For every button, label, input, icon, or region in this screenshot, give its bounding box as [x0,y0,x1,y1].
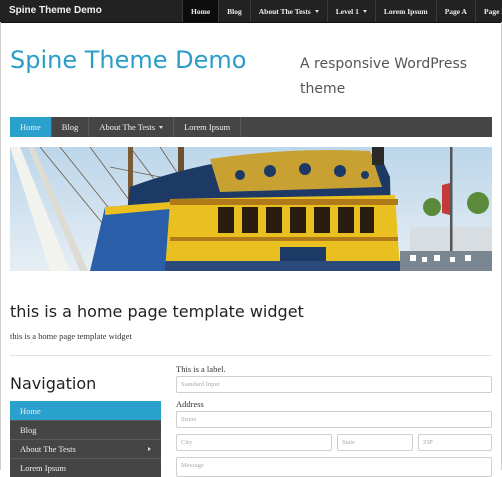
sidebar-item-home[interactable]: Home [10,401,161,420]
sidebar-item-label: Home [20,405,41,416]
top-nav-lorem-ipsum[interactable]: Lorem Ipsum [374,0,436,22]
standard-input[interactable]: Standard Input [176,376,492,393]
city-input[interactable]: City [176,434,332,451]
main-nav-label: Blog [61,122,79,132]
site-brand[interactable]: Spine Theme Demo [10,46,246,74]
top-nav-label: Home [191,6,211,16]
main-nav-blog[interactable]: Blog [52,117,90,137]
street-input[interactable]: Street [176,411,492,428]
top-nav-label: Page A [444,6,467,16]
main-nav-lorem-ipsum[interactable]: Lorem Ipsum [174,117,242,137]
sidebar-item-label: Blog [20,425,37,435]
top-nav: Home Blog About The Tests Level 1 Lorem … [182,0,502,22]
sidebar-item-blog[interactable]: Blog [10,420,161,439]
sidebar-item-label: Lorem Ipsum [20,463,67,473]
sidebar-nav: Home Blog About The Tests Lorem Ipsum [10,401,161,477]
chevron-down-icon [159,125,164,129]
main-nav-label: Home [20,122,41,132]
state-input[interactable]: State [337,434,413,451]
main-nav-label: About The Tests [99,122,156,132]
top-nav-label: Page B [483,6,502,16]
chevron-down-icon [314,9,319,13]
top-nav-label: Level 1 [335,6,359,16]
zip-input[interactable]: ZIP [418,434,492,451]
chevron-right-icon [148,447,151,451]
hero-image [10,147,492,271]
main-nav: Home Blog About The Tests Lorem Ipsum [10,117,492,137]
top-nav-label: Lorem Ipsum [383,6,428,16]
sidebar-heading: Navigation [10,374,97,393]
sidebar-item-about-the-tests[interactable]: About The Tests [10,439,161,458]
site-title-link[interactable]: Spine Theme Demo [9,5,102,16]
top-nav-label: About The Tests [258,6,311,16]
top-nav-blog[interactable]: Blog [218,0,250,22]
top-nav-home[interactable]: Home [182,0,219,22]
widget-title: this is a home page template widget [10,302,304,321]
main-nav-label: Lorem Ipsum [184,122,231,132]
top-nav-label: Blog [227,6,242,16]
top-nav-about-the-tests[interactable]: About The Tests [249,0,327,22]
top-nav-page-b[interactable]: Page B [474,0,502,22]
top-nav-page-a[interactable]: Page A [435,0,475,22]
divider [10,355,492,356]
main-nav-about-the-tests[interactable]: About The Tests [89,117,175,137]
top-nav-level-1[interactable]: Level 1 [326,0,375,22]
sidebar-item-label: About The Tests [20,444,76,454]
main-nav-home[interactable]: Home [10,117,52,137]
sidebar-item-lorem-ipsum[interactable]: Lorem Ipsum [10,458,161,477]
form-label: This is a label. [176,364,226,374]
message-input[interactable]: Message [176,457,492,477]
top-bar: Spine Theme Demo Home Blog About The Tes… [0,0,502,23]
chevron-down-icon [362,9,367,13]
site-tagline: A responsive WordPress theme [300,56,468,97]
address-label: Address [176,399,204,409]
widget-text: this is a home page template widget [10,331,132,341]
